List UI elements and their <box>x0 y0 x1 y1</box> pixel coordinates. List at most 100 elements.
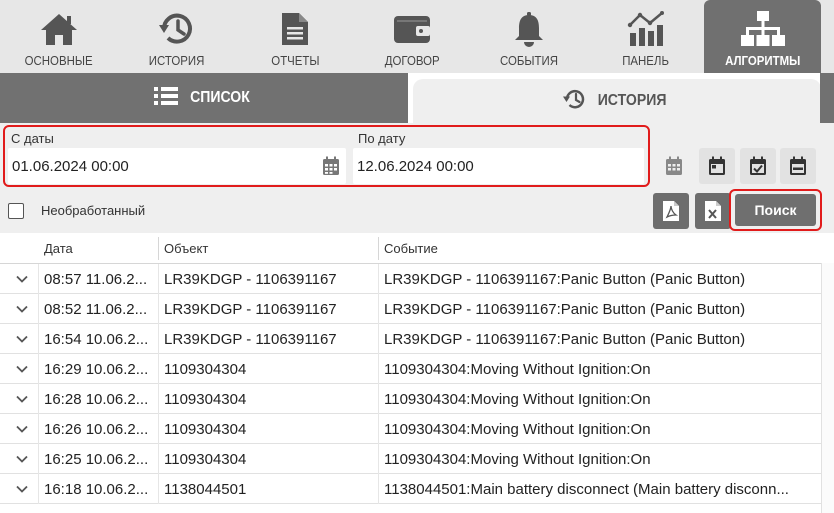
column-header-date[interactable]: Дата <box>38 233 158 264</box>
cell-object: LR39KDGP - 1106391167 <box>164 300 337 318</box>
cell-event: LR39KDGP - 1106391167:Panic Button (Pani… <box>384 270 746 288</box>
search-button[interactable]: Поиск <box>735 194 816 226</box>
nav-algorithms[interactable]: АЛГОРИТМЫ <box>704 0 821 73</box>
tab-history-label: ИСТОРИЯ <box>597 92 667 109</box>
document-icon <box>280 10 310 48</box>
table-body: 08:57 11.06.2... LR39KDGP - 1106391167 LR3… <box>0 264 834 504</box>
chevron-down-icon[interactable] <box>15 482 29 500</box>
cell-date: 16:29 10.06.2... <box>44 360 149 378</box>
tab-list[interactable]: СПИСОК <box>0 73 408 123</box>
cell-object: 1109304304 <box>164 450 247 468</box>
cell-date: 16:28 10.06.2... <box>44 390 149 408</box>
nav-label: ИСТОРИЯ <box>149 53 205 68</box>
calendar-check-button[interactable] <box>740 148 776 184</box>
export-excel-button[interactable] <box>695 193 731 229</box>
history-icon <box>562 88 587 115</box>
cell-date: 16:54 10.06.2... <box>44 330 149 348</box>
cell-event: 1109304304:Moving Without Ignition:On <box>384 450 651 468</box>
cell-event: LR39KDGP - 1106391167:Panic Button (Pani… <box>384 330 746 348</box>
wallet-icon <box>392 10 432 48</box>
cell-divider <box>38 294 39 324</box>
unprocessed-checkbox[interactable] <box>8 203 24 219</box>
scrollbar-track[interactable] <box>821 263 834 513</box>
home-icon <box>39 10 79 48</box>
cell-divider <box>158 354 159 384</box>
nav-label: СОБЫТИЯ <box>499 53 559 68</box>
export-pdf-button[interactable] <box>653 193 689 229</box>
cell-divider <box>378 444 379 474</box>
list-icon <box>154 86 179 111</box>
cell-divider <box>38 354 39 384</box>
cell-divider <box>158 264 159 294</box>
nav-contract[interactable]: ДОГОВОР <box>354 0 470 73</box>
cell-divider <box>158 294 159 324</box>
cell-divider <box>38 384 39 414</box>
cell-event: 1109304304:Moving Without Ignition:On <box>384 390 651 408</box>
nav-events[interactable]: СОБЫТИЯ <box>470 0 588 73</box>
nav-main[interactable]: ОСНОВНЫЕ <box>0 0 118 73</box>
table-row[interactable]: 16:18 10.06.2... 1138044501 1138044501:Mai… <box>0 474 834 504</box>
chevron-down-icon[interactable] <box>15 422 29 440</box>
cell-object: 1109304304 <box>164 390 247 408</box>
cell-divider <box>38 264 39 294</box>
nav-panel[interactable]: ПАНЕЛЬ <box>588 0 704 73</box>
tab-list-label: СПИСОК <box>190 89 250 106</box>
cell-divider <box>378 384 379 414</box>
hierarchy-icon <box>740 10 785 48</box>
subbar-edge <box>820 73 834 123</box>
cell-event: LR39KDGP - 1106391167:Panic Button (Pani… <box>384 300 746 318</box>
cell-object: 1109304304 <box>164 360 247 378</box>
cell-object: 1138044501 <box>164 480 247 498</box>
cell-object: LR39KDGP - 1106391167 <box>164 330 337 348</box>
cell-divider <box>378 354 379 384</box>
calendar-today-button[interactable] <box>699 148 735 184</box>
chevron-down-icon[interactable] <box>15 272 29 290</box>
table-header: Дата Объект Событие <box>0 233 834 264</box>
cell-divider <box>378 474 379 504</box>
top-navigation: ОСНОВНЫЕ ИСТОРИЯ ОТЧЕТЫ ДОГОВОР СОБЫТИЯ <box>0 0 834 73</box>
cell-event: 1109304304:Moving Without Ignition:On <box>384 360 651 378</box>
history-icon <box>158 10 196 48</box>
cell-object: 1109304304 <box>164 420 247 438</box>
calendar-icon[interactable] <box>322 156 340 180</box>
nav-label: ОСНОВНЫЕ <box>25 53 93 68</box>
nav-reports[interactable]: ОТЧЕТЫ <box>236 0 354 73</box>
cell-divider <box>38 444 39 474</box>
table-row[interactable]: 16:54 10.06.2... LR39KDGP - 1106391167 LR3… <box>0 324 834 354</box>
table-row[interactable]: 16:25 10.06.2... 1109304304 1109304304:Mov… <box>0 444 834 474</box>
cell-divider <box>38 324 39 354</box>
nav-history[interactable]: ИСТОРИЯ <box>118 0 236 73</box>
cell-event: 1109304304:Moving Without Ignition:On <box>384 420 651 438</box>
nav-label: ПАНЕЛЬ <box>622 53 670 68</box>
calendar-button[interactable] <box>656 148 692 184</box>
table-row[interactable]: 08:57 11.06.2... LR39KDGP - 1106391167 LR3… <box>0 264 834 294</box>
calendar-icon <box>666 156 682 175</box>
chevron-down-icon[interactable] <box>15 302 29 320</box>
chevron-down-icon[interactable] <box>15 392 29 410</box>
cell-divider <box>158 384 159 414</box>
calendar-minus-icon <box>790 156 806 175</box>
cell-divider <box>378 294 379 324</box>
cell-object: LR39KDGP - 1106391167 <box>164 270 337 288</box>
to-date-field[interactable]: 12.06.2024 00:00 <box>353 148 644 184</box>
subtab-bar: СПИСОК ИСТОРИЯ <box>0 73 834 123</box>
cell-divider <box>378 414 379 444</box>
events-table: Дата Объект Событие 08:57 11.06.2... LR39… <box>0 233 834 504</box>
cell-date: 16:18 10.06.2... <box>44 480 149 498</box>
calendar-range-button[interactable] <box>780 148 816 184</box>
tab-history[interactable]: ИСТОРИЯ <box>413 79 821 123</box>
table-row[interactable]: 16:26 10.06.2... 1109304304 1109304304:Mov… <box>0 414 834 444</box>
table-row[interactable]: 16:29 10.06.2... 1109304304 1109304304:Mov… <box>0 354 834 384</box>
chevron-down-icon[interactable] <box>15 362 29 380</box>
column-header-event[interactable]: Событие <box>378 233 821 264</box>
to-date-value: 12.06.2024 00:00 <box>357 157 474 175</box>
table-row[interactable]: 16:28 10.06.2... 1109304304 1109304304:Mov… <box>0 384 834 414</box>
cell-divider <box>158 324 159 354</box>
table-row[interactable]: 08:52 11.06.2... LR39KDGP - 1106391167 LR3… <box>0 294 834 324</box>
from-date-value: 01.06.2024 00:00 <box>12 157 129 175</box>
calendar-check-icon <box>750 156 766 175</box>
chevron-down-icon[interactable] <box>15 332 29 350</box>
chevron-down-icon[interactable] <box>15 452 29 470</box>
from-date-field[interactable]: 01.06.2024 00:00 <box>8 148 346 184</box>
column-header-object[interactable]: Объект <box>158 233 378 264</box>
